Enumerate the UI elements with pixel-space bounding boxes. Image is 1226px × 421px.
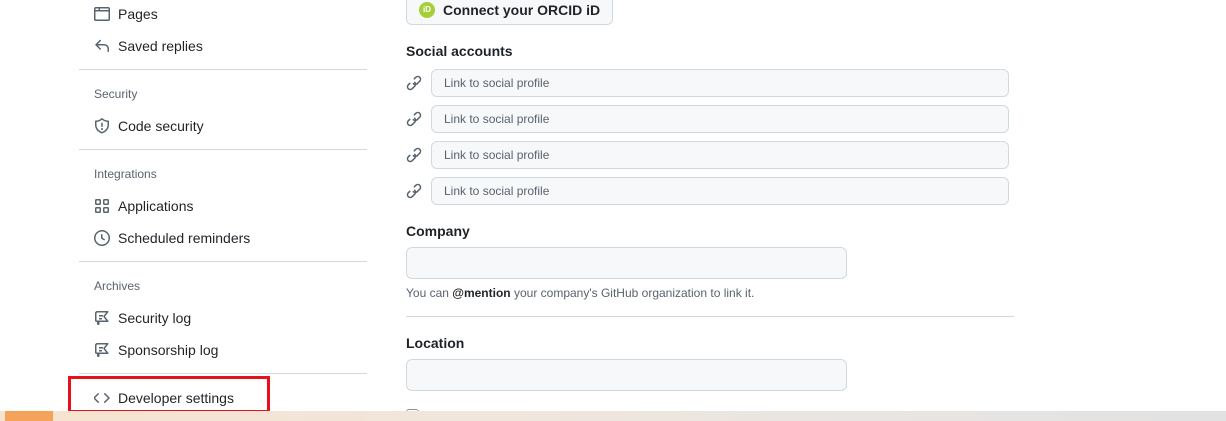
sidebar-item-code-security[interactable]: Code security [94, 114, 204, 138]
sidebar-divider [79, 69, 367, 70]
orcid-logo-icon: iD [419, 1, 435, 18]
company-label: Company [406, 223, 470, 239]
sidebar-item-security-log[interactable]: Security log [94, 306, 191, 330]
sidebar-item-label: Applications [118, 198, 194, 214]
social-profile-input-1[interactable] [431, 69, 1009, 97]
section-divider [406, 316, 1014, 317]
annotation-highlight-box [68, 376, 270, 413]
log-icon [95, 343, 109, 357]
social-account-row [406, 105, 1009, 133]
location-label: Location [406, 335, 465, 351]
apps-grid-icon [95, 199, 109, 213]
sidebar-item-label: Saved replies [118, 38, 203, 54]
sidebar-item-saved-replies[interactable]: Saved replies [94, 34, 203, 58]
social-account-row [406, 177, 1009, 205]
company-help-text: You can @mention your company's GitHub o… [406, 286, 754, 300]
shield-icon [95, 118, 109, 134]
bottom-bar-accent [5, 411, 53, 421]
link-icon [406, 75, 422, 91]
sidebar-divider [79, 261, 367, 262]
company-input[interactable] [406, 247, 847, 279]
social-account-row [406, 141, 1009, 169]
connect-orcid-button[interactable]: iD Connect your ORCID iD [406, 0, 614, 25]
social-profile-input-3[interactable] [431, 141, 1009, 169]
bottom-bar [0, 411, 1226, 421]
sidebar-item-label: Code security [118, 118, 204, 134]
reply-icon [95, 39, 109, 52]
sidebar-item-label: Sponsorship log [118, 342, 219, 358]
clock-icon [94, 230, 110, 246]
section-heading-archives: Archives [94, 279, 141, 293]
sidebar-divider [79, 373, 367, 374]
social-account-row [406, 69, 1009, 97]
log-icon [95, 311, 109, 325]
sidebar-item-label: Security log [118, 310, 192, 326]
link-icon [406, 111, 422, 127]
company-help-suffix: your company's GitHub organization to li… [510, 286, 755, 300]
section-heading-security: Security [94, 87, 138, 101]
social-profile-input-2[interactable] [431, 105, 1009, 133]
sidebar-item-label: Scheduled reminders [118, 230, 251, 246]
sidebar-item-pages[interactable]: Pages [94, 2, 158, 26]
section-heading-integrations: Integrations [94, 167, 157, 181]
sidebar-item-applications[interactable]: Applications [94, 194, 194, 218]
browser-icon [94, 7, 110, 21]
sidebar-divider [79, 149, 367, 150]
location-input[interactable] [406, 359, 847, 391]
sidebar-item-label: Pages [118, 6, 158, 22]
social-accounts-label: Social accounts [406, 43, 513, 59]
connect-orcid-label: Connect your ORCID iD [443, 1, 601, 18]
link-icon [406, 183, 422, 199]
company-help-mention: @mention [452, 286, 511, 300]
company-help-prefix: You can [406, 286, 453, 300]
social-profile-input-4[interactable] [431, 177, 1009, 205]
link-icon [406, 147, 422, 163]
sidebar-item-scheduled-reminders[interactable]: Scheduled reminders [94, 226, 250, 250]
sidebar-item-sponsorship-log[interactable]: Sponsorship log [94, 338, 218, 362]
